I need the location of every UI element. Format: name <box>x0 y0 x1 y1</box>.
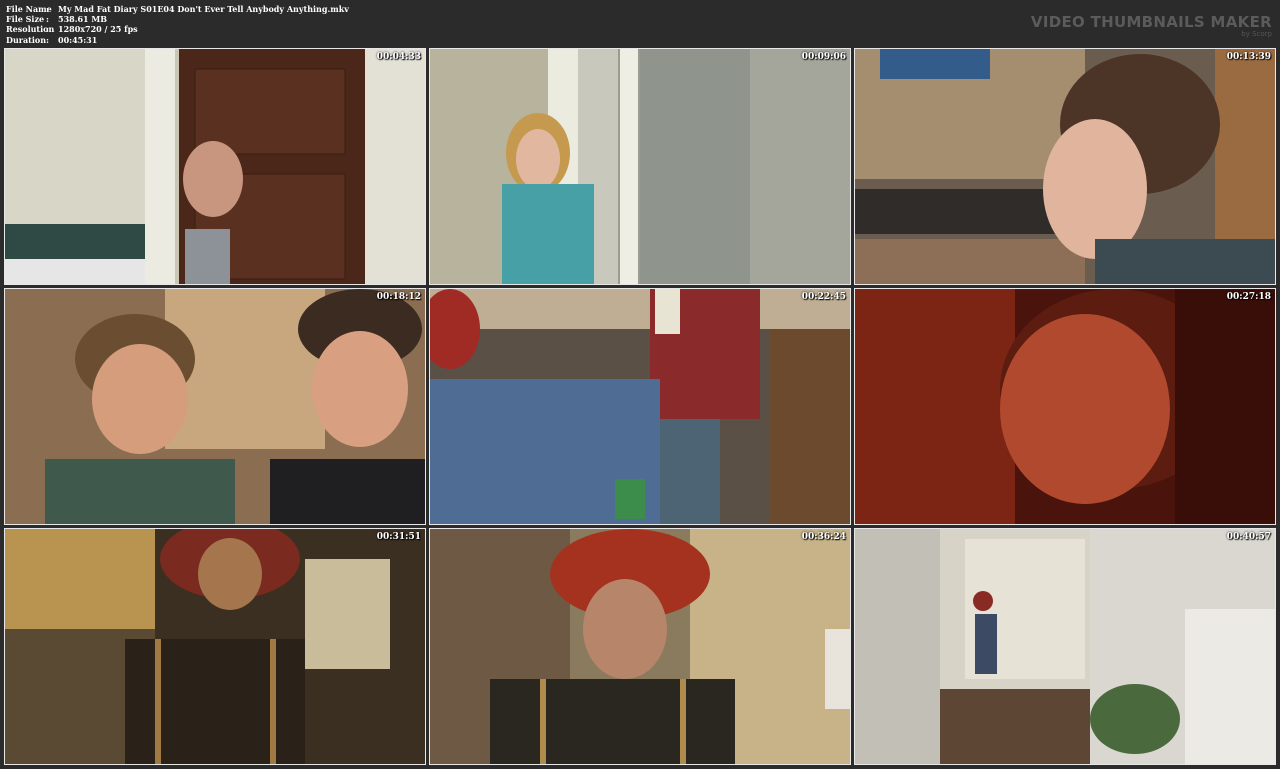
thumbnail: 00:36:24 <box>429 528 851 765</box>
thumbnail: 00:04:33 <box>4 48 426 285</box>
duration-value: 00:45:31 <box>58 34 98 45</box>
frame-image <box>430 289 850 524</box>
thumbnail: 00:40:57 <box>854 528 1276 765</box>
thumbnail: 00:18:12 <box>4 288 426 525</box>
thumbnail: 00:31:51 <box>4 528 426 765</box>
resolution-row: Resolution : 1280x720 / 25 fps <box>6 24 349 34</box>
separator: : <box>46 14 49 25</box>
thumbnail: 00:13:39 <box>854 48 1276 285</box>
file-size-row: File Size : 538.61 MB <box>6 14 349 24</box>
frame-image <box>430 529 850 764</box>
separator: : <box>46 24 49 35</box>
frame-image <box>855 529 1275 764</box>
timestamp: 00:09:06 <box>801 52 846 62</box>
timestamp: 00:27:18 <box>1226 292 1271 302</box>
timestamp: 00:18:12 <box>376 292 421 302</box>
thumbnail: 00:09:06 <box>429 48 851 285</box>
frame-image <box>855 49 1275 284</box>
timestamp: 00:31:51 <box>376 532 421 542</box>
duration-label: Duration <box>6 34 47 45</box>
brand-logo: VIDEO THUMBNAILS MAKER by Scorp <box>1031 14 1272 39</box>
file-name-label: File Name <box>6 4 52 14</box>
brand-subtitle: by Scorp <box>1241 30 1272 38</box>
duration-row: Duration : 00:45:31 <box>6 35 349 45</box>
timestamp: 00:40:57 <box>1226 532 1271 542</box>
brand-title: VIDEO THUMBNAILS MAKER <box>1030 13 1272 31</box>
timestamp: 00:04:33 <box>376 52 421 62</box>
frame-image <box>430 49 850 284</box>
thumbnail: 00:27:18 <box>854 288 1276 525</box>
frame-image <box>5 289 425 524</box>
file-name-value: My Mad Fat Diary S01E04 Don't Ever Tell … <box>58 4 349 14</box>
file-size-label: File Size <box>6 14 45 25</box>
file-size-value: 538.61 MB <box>58 14 108 25</box>
frame-image <box>5 49 425 284</box>
separator: : <box>46 4 49 14</box>
timestamp: 00:36:24 <box>801 532 846 542</box>
timestamp: 00:22:45 <box>801 292 846 302</box>
resolution-value: 1280x720 / 25 fps <box>58 24 138 35</box>
file-name-row: File Name : My Mad Fat Diary S01E04 Don'… <box>6 4 349 14</box>
info-header: File Name : My Mad Fat Diary S01E04 Don'… <box>0 0 1280 48</box>
timestamp: 00:13:39 <box>1226 52 1271 62</box>
resolution-label: Resolution <box>6 24 55 35</box>
frame-image <box>855 289 1275 524</box>
thumbnail-grid: 00:04:33 00:09:06 00:13:39 00:18:12 00:2… <box>4 48 1277 765</box>
frame-image <box>5 529 425 764</box>
file-info: File Name : My Mad Fat Diary S01E04 Don'… <box>6 4 349 45</box>
thumbnail: 00:22:45 <box>429 288 851 525</box>
separator: : <box>46 34 49 45</box>
